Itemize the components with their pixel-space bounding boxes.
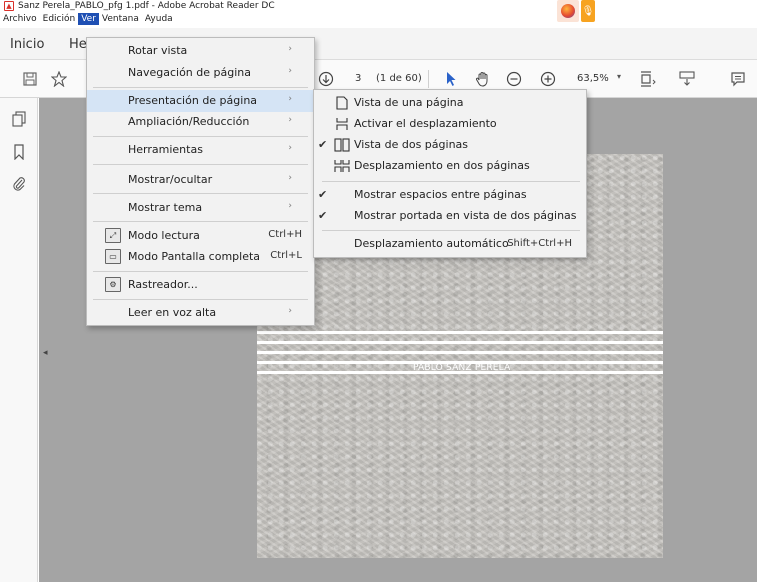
tracker-icon: ⚙: [105, 277, 121, 292]
tab-inicio[interactable]: Inicio: [10, 37, 44, 52]
two-page-scrolling-icon: [334, 158, 350, 174]
save-icon[interactable]: [20, 69, 40, 89]
window-title: Sanz Perela_PABLO_pfg 1.pdf - Adobe Acro…: [18, 1, 275, 11]
chevron-right-icon: ›: [288, 66, 292, 76]
attachment-icon[interactable]: [10, 175, 28, 193]
check-icon: ✔: [318, 138, 328, 151]
check-icon: ✔: [318, 209, 328, 222]
page-total: (1 de 60): [376, 73, 422, 84]
menu-ventana[interactable]: Ventana: [99, 13, 142, 25]
toolbar-separator: [428, 70, 429, 88]
submenu-item-vista-dos-paginas[interactable]: ✔ Vista de dos páginas: [314, 135, 586, 156]
zoom-out-icon[interactable]: [504, 69, 524, 89]
chevron-right-icon: ›: [288, 173, 292, 183]
menu-archivo[interactable]: Archivo: [0, 13, 40, 25]
submenu-item-vista-una-pagina[interactable]: Vista de una página: [314, 93, 586, 114]
presentacion-submenu: Vista de una página Activar el desplazam…: [313, 89, 587, 258]
menu-bar: Archivo Edición Ver Ventana Ayuda: [0, 13, 176, 25]
comment-icon[interactable]: [728, 69, 748, 89]
taskbar-apps: 🎙: [557, 0, 595, 24]
next-page-icon[interactable]: [316, 69, 336, 89]
menu-item-navegacion-pagina[interactable]: Navegación de página ›: [87, 62, 314, 84]
cover-author-name: PABLO SANZ PERELA: [413, 363, 511, 373]
chevron-right-icon: ›: [288, 143, 292, 153]
menu-separator: [93, 271, 308, 272]
page-fit-icon[interactable]: [638, 69, 658, 89]
menu-item-mostrar-tema[interactable]: Mostrar tema ›: [87, 197, 314, 219]
menu-item-presentacion-pagina[interactable]: Presentación de página ›: [87, 90, 314, 112]
menu-item-modo-lectura[interactable]: ⤢ Modo lectura Ctrl+H: [87, 225, 314, 247]
hand-tool-icon[interactable]: [473, 69, 493, 89]
collapse-panel-icon[interactable]: ◂: [43, 348, 48, 358]
full-screen-icon: ▭: [105, 249, 121, 264]
current-page-field[interactable]: 3: [355, 73, 361, 84]
menu-item-leer-voz-alta[interactable]: Leer en voz alta ›: [87, 302, 314, 324]
title-bar: ▲ Sanz Perela_PABLO_pfg 1.pdf - Adobe Ac…: [0, 0, 757, 22]
submenu-item-desplazamiento-automatico[interactable]: Desplazamiento automático Shift+Ctrl+H: [314, 234, 586, 255]
check-icon: ✔: [318, 188, 328, 201]
cover-stripe: [257, 341, 663, 344]
menu-item-mostrar-ocultar[interactable]: Mostrar/ocultar ›: [87, 169, 314, 191]
cover-stripe: [257, 351, 663, 354]
ver-menu-dropdown: Rotar vista › Navegación de página › Pre…: [86, 37, 315, 326]
firefox-icon[interactable]: [557, 0, 579, 22]
submenu-item-mostrar-portada[interactable]: ✔ Mostrar portada en vista de dos página…: [314, 206, 586, 227]
chevron-down-icon[interactable]: ▾: [617, 72, 621, 81]
chevron-right-icon: ›: [288, 201, 292, 211]
menu-item-pantalla-completa[interactable]: ▭ Modo Pantalla completa Ctrl+L: [87, 246, 314, 268]
chevron-right-icon: ›: [288, 94, 292, 104]
reading-mode-icon: ⤢: [105, 228, 121, 243]
cover-stripe: [257, 331, 663, 334]
submenu-item-activar-desplazamiento[interactable]: Activar el desplazamiento: [314, 114, 586, 135]
menu-separator: [93, 136, 308, 137]
menu-separator: [93, 221, 308, 222]
menu-ver[interactable]: Ver: [78, 13, 99, 25]
menu-separator: [93, 164, 308, 165]
menu-item-rastreador[interactable]: ⚙ Rastreador...: [87, 274, 314, 296]
pages-icon[interactable]: [10, 110, 28, 128]
menu-separator: [322, 230, 580, 231]
menu-item-ampliacion-reduccion[interactable]: Ampliación/Reducción ›: [87, 111, 314, 133]
acrobat-pdf-icon: ▲: [4, 1, 14, 11]
microphone-icon[interactable]: 🎙: [581, 0, 595, 22]
submenu-item-desplazamiento-dos-paginas[interactable]: Desplazamiento en dos páginas: [314, 156, 586, 177]
chevron-right-icon: ›: [288, 306, 292, 316]
chevron-right-icon: ›: [288, 115, 292, 125]
menu-item-herramientas[interactable]: Herramientas ›: [87, 139, 314, 161]
submenu-item-mostrar-espacios[interactable]: ✔ Mostrar espacios entre páginas: [314, 185, 586, 206]
single-page-icon: [334, 95, 350, 111]
menu-separator: [93, 193, 308, 194]
menu-edicion[interactable]: Edición: [40, 13, 79, 25]
keyboard-scroll-icon[interactable]: [677, 69, 697, 89]
scrolling-page-icon: [334, 116, 350, 132]
two-page-icon: [334, 137, 350, 153]
bookmark-icon[interactable]: [10, 143, 28, 161]
zoom-level-field[interactable]: 63,5%: [577, 73, 609, 84]
left-navigation-panel: [0, 98, 38, 582]
menu-ayuda[interactable]: Ayuda: [142, 13, 176, 25]
chevron-right-icon: ›: [288, 44, 292, 54]
zoom-in-icon[interactable]: [538, 69, 558, 89]
menu-separator: [322, 181, 580, 182]
menu-separator: [93, 299, 308, 300]
menu-item-rotar-vista[interactable]: Rotar vista ›: [87, 40, 314, 62]
select-cursor-icon[interactable]: [441, 69, 461, 89]
menu-separator: [93, 87, 308, 88]
tab-herramientas[interactable]: He: [69, 37, 87, 52]
star-icon[interactable]: [49, 69, 69, 89]
